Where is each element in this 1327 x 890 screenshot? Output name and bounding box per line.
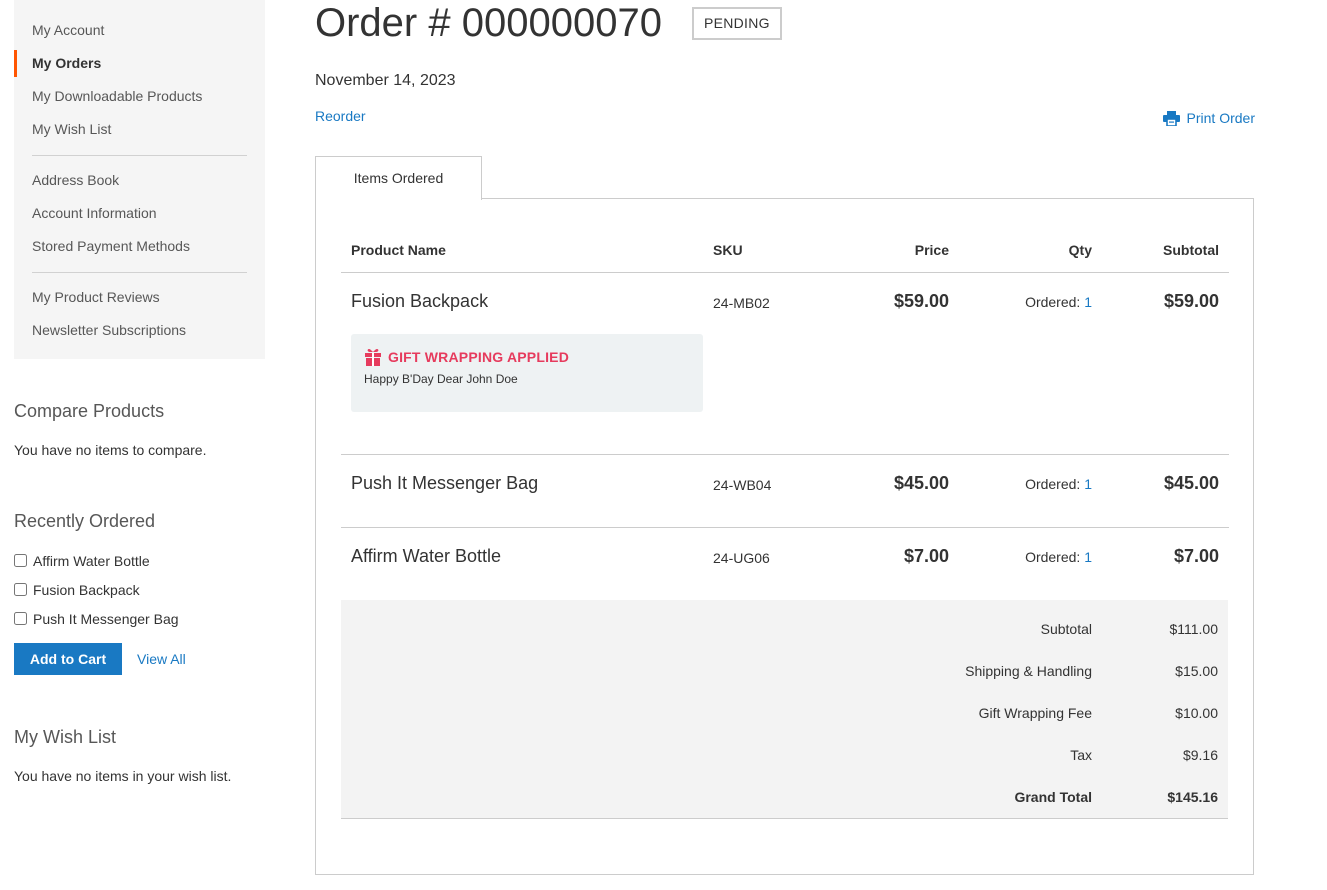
total-row-shipping: Shipping & Handling $15.00	[341, 663, 1228, 683]
product-price: $7.00	[903, 545, 949, 566]
total-value: $9.16	[1182, 747, 1218, 763]
table-header-row: Product Name SKU Price Qty Subtotal	[341, 229, 1229, 273]
recent-item-label: Fusion Backpack	[33, 581, 140, 598]
recent-item-checkbox[interactable]	[14, 554, 27, 567]
col-qty: Qty	[949, 229, 1092, 273]
nav-divider	[32, 272, 247, 273]
sidebar: My Account My Orders My Downloadable Pro…	[14, 0, 265, 784]
recent-item[interactable]: Affirm Water Bottle	[14, 546, 265, 575]
product-subtotal: $7.00	[1173, 545, 1219, 566]
table-row: Push It Messenger Bag 24-WB04 $45.00 Ord…	[341, 454, 1229, 527]
product-name: Affirm Water Bottle	[351, 545, 502, 566]
recent-item-checkbox[interactable]	[14, 583, 27, 596]
status-badge: PENDING	[691, 6, 782, 40]
nav-divider	[32, 155, 247, 156]
nav-item-my-account[interactable]: My Account	[14, 14, 265, 47]
compare-products-block: Compare Products You have no items to co…	[14, 401, 265, 458]
print-order-label: Print Order	[1186, 110, 1255, 126]
total-row-subtotal: Subtotal $111.00	[341, 621, 1228, 641]
reorder-link[interactable]: Reorder	[315, 108, 366, 128]
total-value: $111.00	[1169, 621, 1218, 637]
product-name: Fusion Backpack	[351, 290, 489, 311]
col-sku: SKU	[713, 229, 843, 273]
recently-ordered-title: Recently Ordered	[14, 511, 156, 531]
view-all-link[interactable]: View All	[137, 651, 186, 667]
product-sku: 24-UG06	[713, 549, 770, 566]
product-price: $45.00	[893, 472, 949, 493]
col-subtotal: Subtotal	[1092, 229, 1229, 273]
nav-item-downloadable-products[interactable]: My Downloadable Products	[14, 80, 265, 113]
total-value: $145.16	[1167, 789, 1218, 805]
gift-wrapping-box: GIFT WRAPPING APPLIED Happy B'Day Dear J…	[351, 333, 703, 412]
product-sku: 24-WB04	[713, 476, 772, 493]
order-totals: Subtotal $111.00 Shipping & Handling $15…	[341, 600, 1228, 819]
print-order-link[interactable]: Print Order	[1162, 108, 1255, 128]
total-label: Subtotal	[1040, 621, 1092, 637]
product-subtotal: $59.00	[1163, 290, 1219, 311]
recent-item-label: Affirm Water Bottle	[33, 552, 150, 569]
printer-icon	[1162, 110, 1180, 126]
recent-item[interactable]: Push It Messenger Bag	[14, 604, 265, 633]
total-label: Shipping & Handling	[965, 663, 1092, 679]
order-date: November 14, 2023	[315, 72, 456, 89]
total-value: $10.00	[1175, 705, 1218, 721]
product-sku: 24-MB02	[713, 294, 770, 311]
product-price: $59.00	[893, 290, 949, 311]
nav-item-stored-payment-methods[interactable]: Stored Payment Methods	[14, 230, 265, 263]
items-table: Product Name SKU Price Qty Subtotal Fusi…	[341, 229, 1229, 600]
order-actions: Reorder Print Order	[315, 108, 1255, 128]
total-value: $15.00	[1175, 663, 1218, 679]
product-qty: Ordered: 1	[1025, 548, 1092, 565]
col-product-name: Product Name	[341, 229, 713, 273]
total-row-grand-total: Grand Total $145.16	[341, 789, 1228, 809]
total-label: Grand Total	[1014, 789, 1092, 805]
total-label: Gift Wrapping Fee	[978, 705, 1092, 721]
gift-icon	[365, 348, 381, 366]
account-nav: My Account My Orders My Downloadable Pro…	[14, 0, 265, 359]
table-row: Affirm Water Bottle 24-UG06 $7.00 Ordere…	[341, 527, 1229, 600]
table-row: Fusion Backpack GIFT WRAPPING APPLIED Ha…	[341, 272, 1229, 454]
nav-item-account-information[interactable]: Account Information	[14, 197, 265, 230]
recent-item-checkbox[interactable]	[14, 612, 27, 625]
compare-empty-text: You have no items to compare.	[14, 442, 207, 458]
nav-item-product-reviews[interactable]: My Product Reviews	[14, 281, 265, 314]
nav-item-wish-list[interactable]: My Wish List	[14, 113, 265, 146]
col-price: Price	[843, 229, 949, 273]
compare-products-title: Compare Products	[14, 401, 165, 421]
wishlist-block: My Wish List You have no items in your w…	[14, 727, 265, 784]
total-row-tax: Tax $9.16	[341, 747, 1228, 767]
wishlist-title: My Wish List	[14, 727, 117, 747]
gift-wrapping-title: GIFT WRAPPING APPLIED	[388, 348, 570, 365]
nav-item-newsletter-subscriptions[interactable]: Newsletter Subscriptions	[14, 314, 265, 347]
recent-actions: Add to Cart View All	[14, 643, 265, 675]
order-view: Order # 000000070 PENDING November 14, 2…	[315, 0, 1255, 875]
product-qty: Ordered: 1	[1025, 293, 1092, 310]
add-to-cart-button[interactable]: Add to Cart	[14, 643, 122, 675]
gift-message: Happy B'Day Dear John Doe	[364, 371, 518, 386]
page-title: Order # 000000070	[315, 1, 662, 45]
total-label: Tax	[1070, 747, 1092, 763]
order-title-row: Order # 000000070 PENDING	[315, 0, 1255, 46]
total-row-gift-wrapping: Gift Wrapping Fee $10.00	[341, 705, 1228, 725]
product-name: Push It Messenger Bag	[351, 472, 539, 493]
tab-items-ordered[interactable]: Items Ordered	[315, 156, 482, 200]
product-qty: Ordered: 1	[1025, 475, 1092, 492]
product-subtotal: $45.00	[1163, 472, 1219, 493]
nav-item-my-orders[interactable]: My Orders	[14, 47, 265, 80]
recently-ordered-block: Recently Ordered Affirm Water Bottle Fus…	[14, 511, 265, 675]
recent-item-label: Push It Messenger Bag	[33, 610, 179, 627]
recent-item[interactable]: Fusion Backpack	[14, 575, 265, 604]
wishlist-empty-text: You have no items in your wish list.	[14, 768, 232, 784]
nav-item-address-book[interactable]: Address Book	[14, 164, 265, 197]
items-ordered-panel: Product Name SKU Price Qty Subtotal Fusi…	[315, 198, 1254, 875]
